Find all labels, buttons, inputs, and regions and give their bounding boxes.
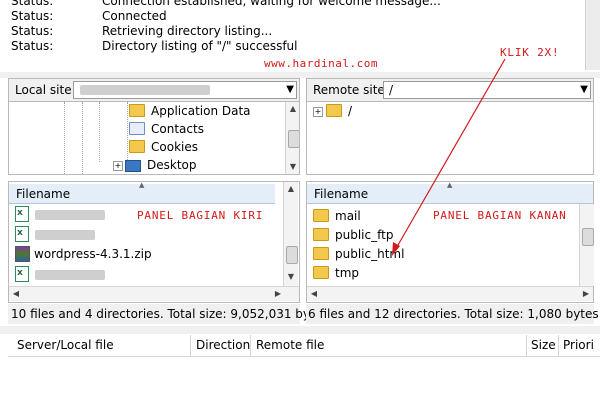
queue-column-remote-file[interactable]: Remote file bbox=[256, 338, 324, 352]
column-separator[interactable] bbox=[190, 335, 191, 356]
queue-column-priority[interactable]: Priori bbox=[563, 338, 594, 352]
queue-header: Server/Local file Direction Remote file … bbox=[8, 335, 600, 357]
splitter[interactable] bbox=[0, 326, 600, 334]
column-separator[interactable] bbox=[558, 335, 559, 356]
queue-column-server-local-file[interactable]: Server/Local file bbox=[17, 338, 114, 352]
column-separator[interactable] bbox=[250, 335, 251, 356]
column-separator[interactable] bbox=[526, 335, 527, 356]
queue-column-direction[interactable]: Direction bbox=[196, 338, 250, 352]
arrow-line bbox=[393, 58, 506, 253]
queue-column-size[interactable]: Size bbox=[531, 338, 556, 352]
